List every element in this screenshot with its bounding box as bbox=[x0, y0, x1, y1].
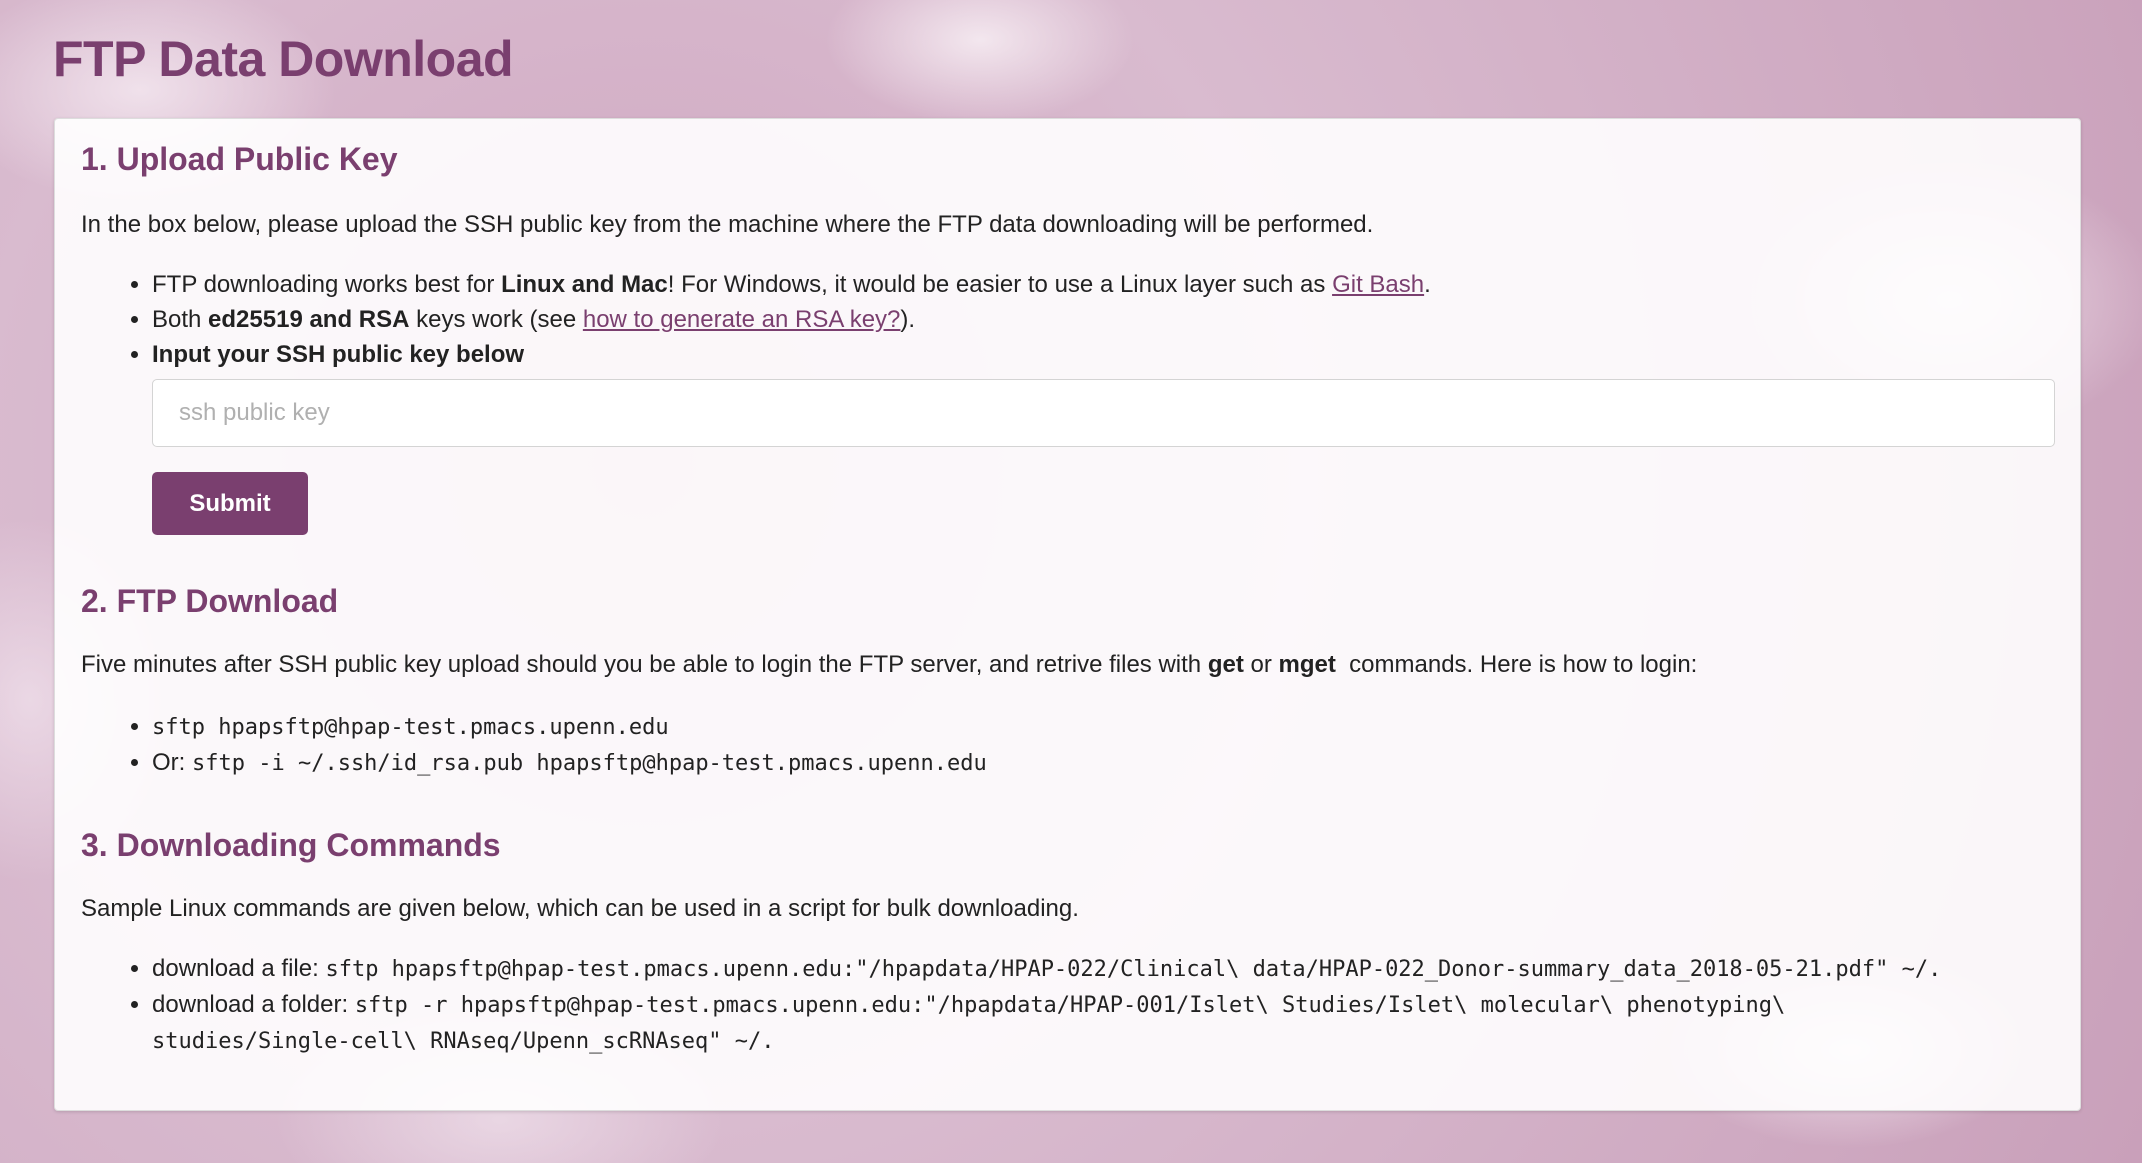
bullet-text: Both bbox=[152, 306, 209, 333]
list-item: Input your SSH public key below bbox=[152, 337, 1431, 372]
intro-text: Five minutes after SSH public key upload… bbox=[81, 651, 1208, 678]
bullet-bold-text: Linux and Mac bbox=[501, 271, 668, 298]
sftp-login-key-command: sftp -i ~/.ssh/id_rsa.pub hpapsftp@hpap-… bbox=[192, 751, 987, 776]
ftp-intro-text: Five minutes after SSH public key upload… bbox=[81, 651, 1697, 679]
download-panel: 1. Upload Public Key In the box below, p… bbox=[54, 118, 2081, 1111]
bullet-text: . bbox=[1424, 271, 1431, 298]
list-item: download a file: sftp hpapsftp@hpap-test… bbox=[152, 951, 1941, 987]
download-folder-command-line2: studies/Single-cell\ RNAseq/Upenn_scRNAs… bbox=[152, 1029, 775, 1054]
section-heading-downloading-commands: 3. Downloading Commands bbox=[81, 827, 501, 863]
bullet-bold-text: ed25519 and RSA bbox=[208, 306, 410, 333]
git-bash-link[interactable]: Git Bash bbox=[1332, 271, 1424, 298]
download-commands-list: download a file: sftp hpapsftp@hpap-test… bbox=[99, 951, 1941, 1059]
upload-info-list: FTP downloading works best for Linux and… bbox=[99, 267, 1431, 372]
list-item: sftp hpapsftp@hpap-test.pmacs.upenn.edu bbox=[152, 709, 987, 745]
page-title: FTP Data Download bbox=[53, 31, 514, 87]
download-file-command: sftp hpapsftp@hpap-test.pmacs.upenn.edu:… bbox=[325, 957, 1942, 982]
list-item: download a folder: sftp -r hpapsftp@hpap… bbox=[152, 987, 1941, 1059]
bullet-text: download a file: bbox=[152, 955, 326, 982]
list-item: Both ed25519 and RSA keys work (see how … bbox=[152, 302, 1431, 337]
bullet-text: ). bbox=[900, 306, 916, 333]
sftp-login-command: sftp hpapsftp@hpap-test.pmacs.upenn.edu bbox=[152, 715, 669, 740]
section-heading-upload-key: 1. Upload Public Key bbox=[81, 141, 398, 177]
bullet-text: ! For Windows, it would be easier to use… bbox=[667, 271, 1333, 298]
bullet-text: keys work (see bbox=[409, 306, 583, 333]
upload-intro-text: In the box below, please upload the SSH … bbox=[81, 211, 1374, 238]
mget-command-text: mget bbox=[1278, 651, 1336, 678]
section-heading-ftp-download: 2. FTP Download bbox=[81, 583, 339, 619]
submit-button[interactable]: Submit bbox=[152, 472, 308, 535]
login-commands-list: sftp hpapsftp@hpap-test.pmacs.upenn.edu … bbox=[99, 709, 987, 781]
commands-intro-text: Sample Linux commands are given below, w… bbox=[81, 895, 1079, 922]
download-folder-command-line1: sftp -r hpapsftp@hpap-test.pmacs.upenn.e… bbox=[354, 993, 1786, 1018]
list-item: Or: sftp -i ~/.ssh/id_rsa.pub hpapsftp@h… bbox=[152, 745, 987, 781]
list-item: FTP downloading works best for Linux and… bbox=[152, 267, 1431, 302]
rsa-key-help-link[interactable]: how to generate an RSA key? bbox=[583, 306, 901, 333]
bullet-text: download a folder: bbox=[152, 991, 355, 1018]
intro-text: or bbox=[1243, 651, 1279, 678]
ssh-public-key-input[interactable] bbox=[152, 379, 2055, 447]
bullet-text: Or: bbox=[152, 749, 192, 776]
input-key-label: Input your SSH public key below bbox=[152, 341, 525, 368]
intro-text: commands. Here is how to login: bbox=[1335, 651, 1698, 678]
bullet-text: FTP downloading works best for bbox=[152, 271, 502, 298]
get-command-text: get bbox=[1207, 651, 1244, 678]
